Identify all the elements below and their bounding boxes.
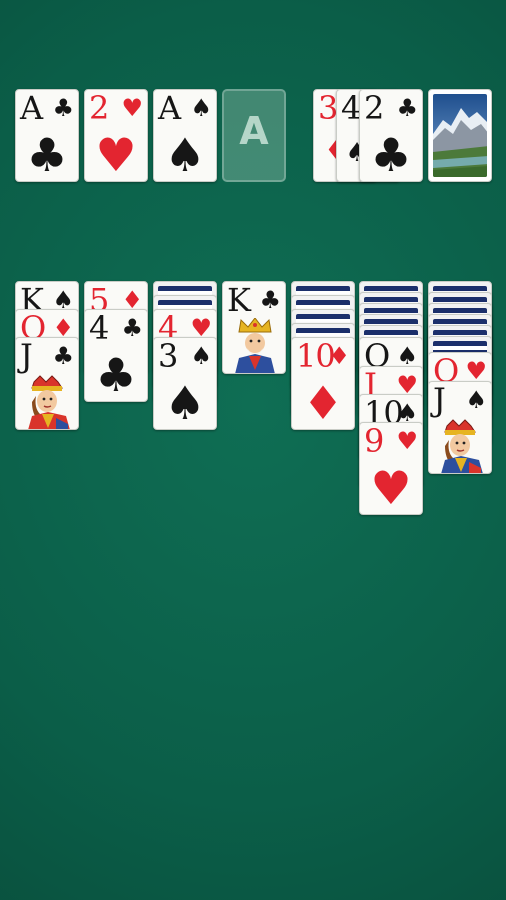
club-icon: ♣ — [52, 342, 74, 370]
stock-pile[interactable] — [428, 89, 492, 182]
tableau-7-card-2[interactable]: J ♠ — [428, 381, 492, 474]
spade-icon: ♠ — [164, 376, 206, 430]
card-rank: J — [433, 381, 446, 419]
card-rank: 4 — [89, 309, 109, 347]
king-face-illustration — [235, 318, 275, 373]
heart-icon: ♥ — [95, 128, 137, 182]
foundation-2-card[interactable]: 2 ♥ ♥ — [84, 89, 148, 182]
foundation-4-empty-slot[interactable]: A — [222, 89, 286, 182]
club-icon: ♣ — [26, 128, 68, 182]
card-rank: 2 — [89, 89, 109, 127]
club-icon: ♣ — [370, 128, 412, 182]
heart-icon: ♥ — [121, 94, 143, 122]
club-icon: ♣ — [396, 94, 418, 122]
club-icon: ♣ — [52, 94, 74, 122]
tableau-3-card-2[interactable]: 3 ♠ ♠ — [153, 337, 217, 430]
club-icon: ♣ — [121, 314, 143, 342]
tableau-1-card-3[interactable]: J ♣ — [15, 337, 79, 430]
heart-icon: ♥ — [370, 461, 412, 515]
card-rank: J — [20, 337, 33, 375]
jack-face-illustration — [441, 419, 483, 473]
spade-icon: ♠ — [164, 128, 206, 182]
spade-icon: ♠ — [465, 386, 487, 414]
spade-icon: ♠ — [190, 342, 212, 370]
diamond-icon: ♦ — [328, 342, 350, 370]
spade-icon: ♠ — [190, 94, 212, 122]
foundation-1-card[interactable]: A ♣ ♣ — [15, 89, 79, 182]
mountain-landscape-image — [433, 94, 487, 177]
tableau-6-card-4[interactable]: 9 ♥ ♥ — [359, 422, 423, 515]
tableau-5-card-1[interactable]: 10 ♦ ♦ — [291, 337, 355, 430]
card-rank: 4 — [341, 89, 361, 127]
foundation-3-card[interactable]: A ♠ ♠ — [153, 89, 217, 182]
card-rank: A — [20, 89, 43, 127]
card-rank: A — [158, 89, 181, 127]
tableau-2-card-2[interactable]: 4 ♣ ♣ — [84, 309, 148, 402]
card-rank: K — [227, 281, 251, 319]
diamond-icon: ♦ — [302, 376, 344, 430]
card-rank: 2 — [364, 89, 384, 127]
tableau-4-card-1[interactable]: K ♣ — [222, 281, 286, 374]
heart-icon: ♥ — [396, 427, 418, 455]
club-icon: ♣ — [259, 286, 281, 314]
jack-face-illustration — [28, 375, 70, 429]
foundation-placeholder-label: A — [239, 109, 269, 153]
waste-top-card[interactable]: 2 ♣ ♣ — [359, 89, 423, 182]
card-rank: 3 — [318, 89, 338, 127]
card-rank: 3 — [158, 337, 178, 375]
club-icon: ♣ — [95, 348, 137, 402]
solitaire-table: { "game": "Solitaire", "colors": { "felt… — [0, 0, 506, 900]
card-rank: 9 — [364, 422, 384, 460]
